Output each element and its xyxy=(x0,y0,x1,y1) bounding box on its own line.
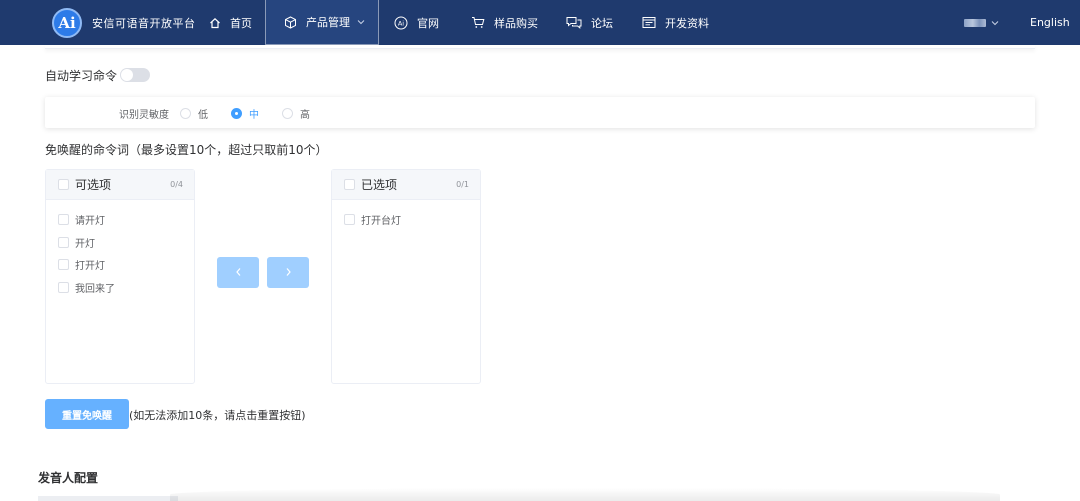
radio-label: 高 xyxy=(300,110,310,121)
item-label: 我回来了 xyxy=(75,283,115,295)
nav-item-label: 官网 xyxy=(417,16,439,30)
radio-label: 低 xyxy=(198,110,208,121)
item-checkbox[interactable] xyxy=(58,236,69,248)
radio-circle xyxy=(231,108,242,119)
panel-count: 0/4 xyxy=(170,180,183,189)
select-all-checkbox[interactable] xyxy=(344,179,355,190)
logo[interactable]: Ai 安信可语音开放平台 xyxy=(52,7,196,39)
previous-card-edge xyxy=(45,45,1035,49)
list-item[interactable]: 打开灯 xyxy=(46,253,194,276)
document-icon xyxy=(642,16,656,29)
sensitivity-label: 识别灵敏度 xyxy=(119,110,169,121)
reset-note: (如无法添加10条，请点击重置按钮) xyxy=(129,409,306,422)
language-flag-dropdown[interactable] xyxy=(964,0,999,45)
cutoff-description xyxy=(38,495,178,501)
panel-count: 0/1 xyxy=(456,180,469,189)
sensitivity-card: 识别灵敏度 低 中 高 xyxy=(45,97,1035,128)
nav-item-label: 首页 xyxy=(230,16,252,30)
chat-icon xyxy=(566,16,582,29)
item-label: 请开灯 xyxy=(75,215,105,227)
auto-learn-label: 自动学习命令 xyxy=(45,69,118,83)
svg-text:Ai: Ai xyxy=(398,19,404,27)
panel-header: 可选项 0/4 xyxy=(46,170,194,200)
logo-mark: Ai xyxy=(52,8,82,38)
nav-item-home[interactable]: 首页 xyxy=(209,0,252,45)
item-checkbox[interactable] xyxy=(58,259,69,271)
nav-item-label: 产品管理 xyxy=(306,16,350,29)
radio-label: 中 xyxy=(249,110,259,121)
item-checkbox[interactable] xyxy=(58,281,69,293)
item-checkbox[interactable] xyxy=(344,213,355,225)
nav-item-dev-docs[interactable]: 开发资料 xyxy=(642,0,709,45)
language-switch[interactable]: English xyxy=(1030,0,1070,45)
flag-icon xyxy=(964,18,986,27)
speaker-config-title: 发音人配置 xyxy=(38,471,99,485)
wake-free-label: 免唤醒的命令词（最多设置10个，超过只取前10个） xyxy=(45,143,328,157)
chevron-down-icon xyxy=(357,19,365,25)
radio-circle xyxy=(282,108,293,119)
panel-title: 已选项 xyxy=(361,178,398,192)
item-checkbox[interactable] xyxy=(58,213,69,225)
list-item[interactable]: 我回来了 xyxy=(46,276,194,299)
list-item[interactable]: 开灯 xyxy=(46,231,194,254)
item-label: 打开灯 xyxy=(75,261,105,273)
panel-title: 可选项 xyxy=(75,178,112,192)
list-item[interactable]: 请开灯 xyxy=(46,208,194,231)
sensitivity-radio-low[interactable]: 低 xyxy=(180,106,208,121)
nav-item-label: 开发资料 xyxy=(665,16,709,30)
nav-item-label: 论坛 xyxy=(591,16,613,30)
reset-wake-free-button[interactable]: 重置免唤醒 xyxy=(45,399,129,429)
radio-circle xyxy=(180,108,191,119)
transfer-panel-available: 可选项 0/4 请开灯 开灯 打开灯 我回来了 xyxy=(45,169,195,384)
select-all-checkbox[interactable] xyxy=(58,179,69,190)
chevron-right-icon xyxy=(285,266,292,280)
item-label: 开灯 xyxy=(75,238,95,250)
transfer-panel-selected: 已选项 0/1 打开台灯 xyxy=(331,169,481,384)
ai-badge-icon: Ai xyxy=(394,16,408,30)
chevron-down-icon xyxy=(991,20,999,26)
sensitivity-radio-medium[interactable]: 中 xyxy=(231,106,259,121)
nav-item-sample-purchase[interactable]: 样品购买 xyxy=(471,0,538,45)
move-right-button[interactable] xyxy=(267,257,309,288)
cart-icon xyxy=(471,16,485,29)
logo-text: 安信可语音开放平台 xyxy=(92,17,196,30)
list-item[interactable]: 打开台灯 xyxy=(332,208,480,231)
floating-panel-shadow xyxy=(170,488,1000,501)
sensitivity-radio-high[interactable]: 高 xyxy=(282,106,310,121)
home-icon xyxy=(209,17,221,29)
language-label: English xyxy=(1030,16,1070,29)
panel-list: 请开灯 开灯 打开灯 我回来了 xyxy=(46,200,194,299)
nav-item-official-site[interactable]: Ai 官网 xyxy=(394,0,439,45)
move-left-button[interactable] xyxy=(217,257,259,288)
nav-item-label: 样品购买 xyxy=(494,16,538,30)
auto-learn-switch[interactable] xyxy=(120,68,150,82)
cube-icon xyxy=(284,15,297,29)
panel-header: 已选项 0/1 xyxy=(332,170,480,200)
chevron-left-icon xyxy=(235,266,242,280)
panel-list: 打开台灯 xyxy=(332,200,480,231)
nav-item-product-management[interactable]: 产品管理 xyxy=(265,0,379,45)
top-nav-bar: Ai 安信可语音开放平台 首页 产品管理 Ai 官网 样品购买 论坛 开发资料 … xyxy=(0,0,1080,45)
item-label: 打开台灯 xyxy=(361,215,401,227)
nav-item-forum[interactable]: 论坛 xyxy=(566,0,613,45)
